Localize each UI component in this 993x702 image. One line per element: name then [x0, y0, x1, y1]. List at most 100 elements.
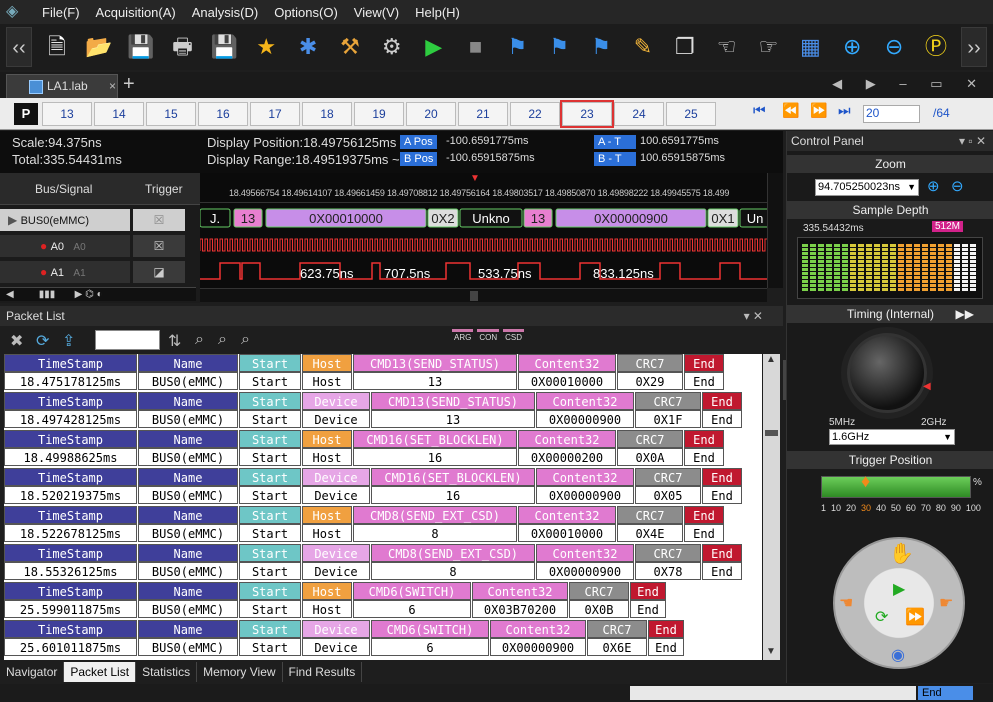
prev-page-icon[interactable]: ⏪ — [782, 102, 799, 119]
marker-icon[interactable]: ⚑ — [543, 31, 575, 63]
signal-row-a1[interactable]: ● A1 A1 — [0, 261, 130, 283]
page-p-button[interactable]: P — [14, 103, 38, 125]
right-hand-icon[interactable]: ☛ — [939, 593, 953, 613]
zoom-select[interactable]: 94.705250023ns ▼ — [815, 179, 919, 196]
filter-tag-arg[interactable]: ARG — [452, 329, 474, 343]
timer-icon[interactable]: ◉ — [891, 645, 905, 665]
zoom-fit-icon[interactable]: Ⓟ — [920, 31, 952, 63]
packet-row[interactable]: TimeStamp 25.599011875ms Name BUS0(eMMC) Sta… — [4, 582, 762, 618]
bottom-tab-memory-view[interactable]: Memory View — [197, 662, 283, 682]
add-tab-button[interactable]: + — [123, 72, 135, 96]
find-prev-icon[interactable]: ⌕ — [241, 331, 250, 349]
trigger-cell-a1[interactable]: ◪ — [133, 261, 185, 283]
expand-arrow-icon[interactable]: ▶ — [8, 213, 17, 227]
packet-row[interactable]: TimeStamp 18.55326125ms Name BUS0(eMMC) Star… — [4, 544, 762, 580]
find-next-icon[interactable]: ⌕ — [218, 331, 227, 349]
sample-depth-meter[interactable] — [797, 237, 983, 299]
packet-row[interactable]: TimeStamp 18.475178125ms Name BUS0(eMMC) Sta… — [4, 354, 762, 390]
panel-pin-icon[interactable]: ▾ ✕ — [744, 306, 763, 326]
settings-gear-icon[interactable]: ⚙ — [376, 31, 408, 63]
find-icon[interactable]: ⌕ — [195, 331, 204, 349]
signal-scrollbar[interactable]: ◀ ▮▮▮ ▶ ⌬ ◐ — [0, 287, 196, 301]
packet-search-input[interactable] — [95, 330, 160, 350]
trigger-position-slider[interactable]: ♦ — [821, 471, 971, 498]
menu-analysis[interactable]: Analysis(D) — [184, 5, 266, 20]
packet-row[interactable]: TimeStamp 18.522678125ms Name BUS0(eMMC) Sta… — [4, 506, 762, 542]
timing-expand-icon[interactable]: ▶▶ — [956, 305, 974, 323]
packet-list-scrollbar[interactable]: ▲ ▼ — [763, 354, 780, 660]
page-number-input[interactable]: 20 — [863, 105, 920, 123]
hand-copy-icon[interactable]: ☜ — [711, 31, 743, 63]
packet-row[interactable]: TimeStamp 18.49988625ms Name BUS0(eMMC) Star… — [4, 430, 762, 466]
last-page-icon[interactable]: ⏭ — [838, 102, 851, 119]
page-button-13[interactable]: 13 — [42, 102, 92, 126]
bottom-tab-packet-list[interactable]: Packet List — [64, 662, 137, 682]
page-button-14[interactable]: 14 — [94, 102, 144, 126]
page-button-23[interactable]: 23 — [560, 100, 614, 128]
menu-file[interactable]: File(F) — [34, 5, 88, 20]
frequency-select[interactable]: 1.6GHz ▼ — [829, 429, 955, 445]
menu-help[interactable]: Help(H) — [407, 5, 468, 20]
bottom-tab-find-results[interactable]: Find Results — [283, 662, 363, 682]
pen-light-icon[interactable]: ✎ — [627, 31, 659, 63]
waveform-view[interactable]: 18.49566754 18.49614107 18.49661459 18.4… — [200, 173, 767, 288]
packet-table[interactable]: TimeStamp 18.475178125ms Name BUS0(eMMC) Sta… — [4, 354, 762, 660]
binary-data-icon[interactable]: ▦ — [794, 31, 826, 63]
page-button-19[interactable]: 19 — [354, 102, 404, 126]
page-button-24[interactable]: 24 — [614, 102, 664, 126]
page-button-15[interactable]: 15 — [146, 102, 196, 126]
hand-paste-icon[interactable]: ☞ — [753, 31, 785, 63]
first-page-icon[interactable]: ⏮ — [753, 102, 766, 119]
menu-view[interactable]: View(V) — [346, 5, 407, 20]
add-marker-icon[interactable]: ⚑ — [501, 31, 533, 63]
open-folder-icon[interactable]: 📂 — [83, 31, 115, 63]
next-page-icon[interactable]: ⏩ — [810, 102, 827, 119]
packet-row[interactable]: TimeStamp 25.601011875ms Name BUS0(eMMC) Sta… — [4, 620, 762, 656]
waveform-vscroll[interactable] — [767, 173, 783, 288]
close-tab-icon[interactable]: × — [109, 75, 116, 97]
window-controls[interactable]: ◀ ▶ – ▭ ✕ — [832, 76, 987, 92]
scroll-down-icon[interactable]: ▼ — [766, 646, 776, 657]
left-hand-icon[interactable]: ☚ — [839, 593, 853, 613]
trigger-cell-bus0[interactable]: ☒ — [133, 209, 185, 231]
marker-down-icon[interactable]: ⚑ — [585, 31, 617, 63]
scroll-thumb[interactable] — [765, 430, 778, 436]
signal-row-a0[interactable]: ● A0 A0 — [0, 235, 130, 257]
filter-tag-con[interactable]: CON — [477, 329, 500, 343]
fast-run-icon[interactable]: ⏩ — [905, 607, 925, 627]
page-button-18[interactable]: 18 — [302, 102, 352, 126]
zoom-in-icon[interactable]: ⊕ — [927, 177, 940, 195]
zoom-in-icon[interactable]: ⊕ — [836, 31, 868, 63]
signal-row-bus0[interactable]: ▶ BUS0(eMMC) — [0, 209, 130, 231]
packet-row[interactable]: TimeStamp 18.520219375ms Name BUS0(eMMC) Sta… — [4, 468, 762, 504]
filter-tag-csd[interactable]: CSD — [503, 329, 525, 343]
page-button-22[interactable]: 22 — [510, 102, 560, 126]
packet-row[interactable]: TimeStamp 18.497428125ms Name BUS0(eMMC) Sta… — [4, 392, 762, 428]
scroll-up-icon[interactable]: ▲ — [766, 354, 776, 365]
trigger-cell-a0[interactable]: ☒ — [133, 235, 185, 257]
page-button-25[interactable]: 25 — [666, 102, 716, 126]
protocol-analyzer-icon[interactable]: ✱ — [292, 31, 324, 63]
save-icon[interactable]: 💾 — [125, 31, 157, 63]
new-file-icon[interactable]: 🗎 — [41, 31, 73, 63]
favorite-star-icon[interactable]: ★ — [250, 31, 282, 63]
page-button-20[interactable]: 20 — [406, 102, 456, 126]
bottom-tab-navigator[interactable]: Navigator — [0, 662, 65, 682]
save-settings-icon[interactable]: 💾 — [208, 31, 240, 63]
tools-icon[interactable]: ⚒ — [334, 31, 366, 63]
hand-stop-icon[interactable]: ✋ — [889, 541, 914, 566]
waveform-hscroll[interactable] — [200, 288, 767, 302]
cursor-marker-icon[interactable]: ▼ — [470, 173, 480, 184]
export-icon[interactable]: ⇪ — [62, 331, 75, 351]
zoom-out-icon[interactable]: ⊖ — [951, 177, 964, 195]
trigger-slider-thumb[interactable]: ♦ — [861, 471, 870, 492]
run-play-icon[interactable]: ▶ — [418, 31, 450, 63]
menu-acquisition[interactable]: Acquisition(A) — [88, 5, 184, 20]
copy-pages-icon[interactable]: ❐ — [669, 31, 701, 63]
stop-icon[interactable]: ■ — [460, 31, 492, 63]
pin-close-icon[interactable]: ▾ ▫ ✕ — [959, 131, 986, 151]
frequency-knob[interactable] — [847, 333, 927, 413]
tab-la1[interactable]: LA1.lab × — [6, 74, 118, 98]
menu-options[interactable]: Options(O) — [266, 5, 346, 20]
page-button-16[interactable]: 16 — [198, 102, 248, 126]
